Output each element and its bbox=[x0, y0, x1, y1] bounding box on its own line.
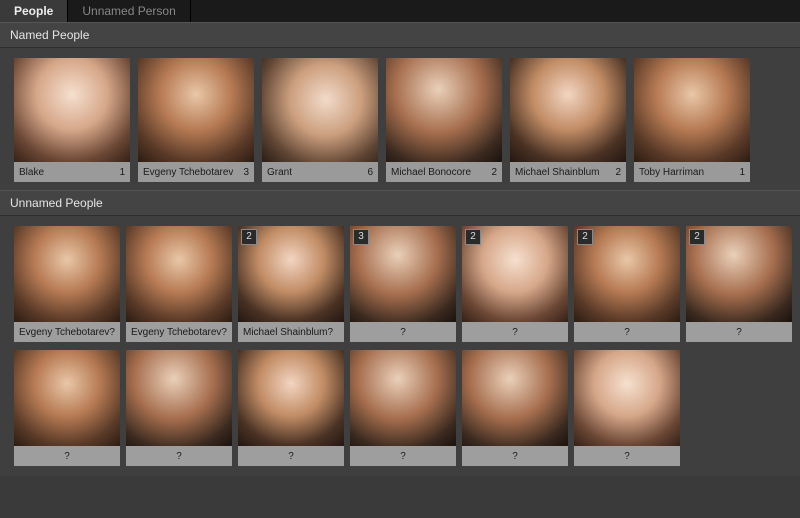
person-thumbnail bbox=[14, 58, 130, 162]
person-nameplate[interactable]: Michael Bonocore 2 bbox=[386, 162, 502, 182]
face-nameplate[interactable]: ? bbox=[462, 446, 568, 466]
person-name: Grant bbox=[267, 167, 292, 178]
person-count: 2 bbox=[487, 167, 497, 178]
face-nameplate[interactable]: ? bbox=[574, 446, 680, 466]
face-suggested-name: ? bbox=[64, 451, 70, 462]
face-nameplate[interactable]: ? bbox=[350, 322, 456, 342]
named-people-grid: Blake 1 Evgeny Tchebotarev 3 Grant 6 Mic… bbox=[0, 48, 800, 190]
face-thumbnail bbox=[126, 350, 232, 446]
face-card[interactable]: ? bbox=[14, 350, 120, 466]
face-suggested-name: ? bbox=[624, 451, 630, 462]
face-suggested-name: ? bbox=[624, 327, 630, 338]
person-thumbnail bbox=[386, 58, 502, 162]
face-nameplate[interactable]: ? bbox=[686, 322, 792, 342]
face-suggested-name: Evgeny Tchebotarev? bbox=[131, 327, 227, 338]
face-thumbnail: 2 bbox=[462, 226, 568, 322]
person-thumbnail bbox=[510, 58, 626, 162]
person-name: Toby Harriman bbox=[639, 167, 704, 178]
person-name: Blake bbox=[19, 167, 44, 178]
person-nameplate[interactable]: Blake 1 bbox=[14, 162, 130, 182]
face-thumbnail bbox=[126, 226, 232, 322]
face-nameplate[interactable]: Evgeny Tchebotarev? bbox=[126, 322, 232, 342]
face-thumbnail bbox=[462, 350, 568, 446]
face-card[interactable]: 2 ? bbox=[686, 226, 792, 342]
person-nameplate[interactable]: Evgeny Tchebotarev 3 bbox=[138, 162, 254, 182]
face-card[interactable]: ? bbox=[462, 350, 568, 466]
person-nameplate[interactable]: Michael Shainblum 2 bbox=[510, 162, 626, 182]
person-card[interactable]: Grant 6 bbox=[262, 58, 378, 182]
unnamed-people-row: Evgeny Tchebotarev? Evgeny Tchebotarev? … bbox=[0, 216, 800, 346]
tab-people[interactable]: People bbox=[0, 0, 68, 22]
face-suggested-name: ? bbox=[512, 451, 518, 462]
face-thumbnail bbox=[574, 350, 680, 446]
person-card[interactable]: Evgeny Tchebotarev 3 bbox=[138, 58, 254, 182]
face-thumbnail: 2 bbox=[574, 226, 680, 322]
person-card[interactable]: Toby Harriman 1 bbox=[634, 58, 750, 182]
face-thumbnail bbox=[14, 226, 120, 322]
person-card[interactable]: Michael Shainblum 2 bbox=[510, 58, 626, 182]
person-thumbnail bbox=[262, 58, 378, 162]
stack-count-badge: 2 bbox=[577, 229, 593, 245]
face-nameplate[interactable]: ? bbox=[350, 446, 456, 466]
face-nameplate[interactable]: ? bbox=[14, 446, 120, 466]
face-card[interactable]: Evgeny Tchebotarev? bbox=[126, 226, 232, 342]
face-thumbnail bbox=[350, 350, 456, 446]
face-suggested-name: ? bbox=[512, 327, 518, 338]
person-nameplate[interactable]: Grant 6 bbox=[262, 162, 378, 182]
face-card[interactable]: ? bbox=[126, 350, 232, 466]
face-suggested-name: ? bbox=[736, 327, 742, 338]
stack-count-badge: 2 bbox=[689, 229, 705, 245]
face-card[interactable]: 2 Michael Shainblum? bbox=[238, 226, 344, 342]
unnamed-people-section: Unnamed People Evgeny Tchebotarev? Evgen… bbox=[0, 190, 800, 476]
unnamed-people-header: Unnamed People bbox=[0, 190, 800, 216]
face-nameplate[interactable]: ? bbox=[462, 322, 568, 342]
face-card[interactable]: 2 ? bbox=[462, 226, 568, 342]
person-card[interactable]: Blake 1 bbox=[14, 58, 130, 182]
unnamed-people-row: ? ? ? ? ? bbox=[0, 346, 800, 476]
stack-count-badge: 3 bbox=[353, 229, 369, 245]
tab-unnamed-person[interactable]: Unnamed Person bbox=[68, 0, 190, 22]
person-name: Michael Shainblum bbox=[515, 167, 600, 178]
face-thumbnail bbox=[238, 350, 344, 446]
face-card[interactable]: ? bbox=[350, 350, 456, 466]
face-suggested-name: ? bbox=[176, 451, 182, 462]
face-nameplate[interactable]: Michael Shainblum? bbox=[238, 322, 344, 342]
face-card[interactable]: ? bbox=[574, 350, 680, 466]
person-thumbnail bbox=[634, 58, 750, 162]
face-card[interactable]: ? bbox=[238, 350, 344, 466]
face-thumbnail bbox=[14, 350, 120, 446]
face-card[interactable]: Evgeny Tchebotarev? bbox=[14, 226, 120, 342]
face-suggested-name: ? bbox=[288, 451, 294, 462]
face-suggested-name: ? bbox=[400, 327, 406, 338]
named-people-header: Named People bbox=[0, 22, 800, 48]
tab-bar: People Unnamed Person bbox=[0, 0, 800, 22]
face-thumbnail: 3 bbox=[350, 226, 456, 322]
person-count: 3 bbox=[239, 167, 249, 178]
face-suggested-name: ? bbox=[400, 451, 406, 462]
face-nameplate[interactable]: Evgeny Tchebotarev? bbox=[14, 322, 120, 342]
person-thumbnail bbox=[138, 58, 254, 162]
face-suggested-name: Michael Shainblum? bbox=[243, 327, 333, 338]
person-name: Michael Bonocore bbox=[391, 167, 471, 178]
person-count: 2 bbox=[611, 167, 621, 178]
person-card[interactable]: Michael Bonocore 2 bbox=[386, 58, 502, 182]
face-nameplate[interactable]: ? bbox=[238, 446, 344, 466]
person-nameplate[interactable]: Toby Harriman 1 bbox=[634, 162, 750, 182]
named-people-section: Named People Blake 1 Evgeny Tchebotarev … bbox=[0, 22, 800, 190]
face-thumbnail: 2 bbox=[686, 226, 792, 322]
stack-count-badge: 2 bbox=[241, 229, 257, 245]
person-count: 1 bbox=[115, 167, 125, 178]
face-card[interactable]: 2 ? bbox=[574, 226, 680, 342]
face-card[interactable]: 3 ? bbox=[350, 226, 456, 342]
stack-count-badge: 2 bbox=[465, 229, 481, 245]
face-nameplate[interactable]: ? bbox=[574, 322, 680, 342]
face-thumbnail: 2 bbox=[238, 226, 344, 322]
person-count: 6 bbox=[363, 167, 373, 178]
person-count: 1 bbox=[735, 167, 745, 178]
face-suggested-name: Evgeny Tchebotarev? bbox=[19, 327, 115, 338]
person-name: Evgeny Tchebotarev bbox=[143, 167, 233, 178]
face-nameplate[interactable]: ? bbox=[126, 446, 232, 466]
